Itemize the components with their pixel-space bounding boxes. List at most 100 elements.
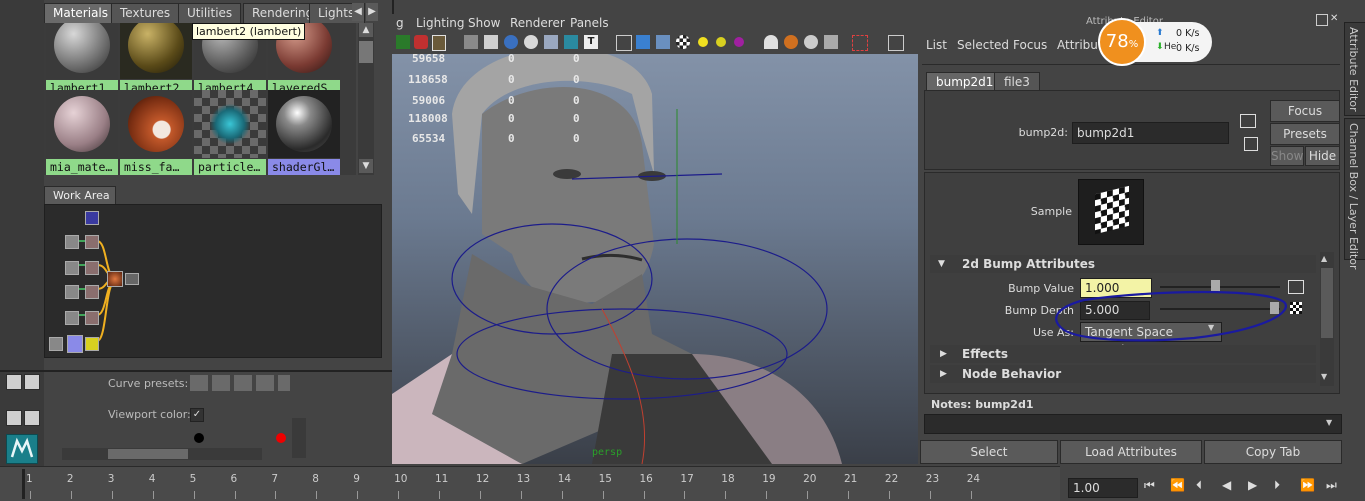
section-node-behavior[interactable]: ▶ Node Behavior: [930, 365, 1316, 383]
smooth-shade-icon[interactable]: [504, 35, 518, 49]
graph-node[interactable]: [85, 311, 99, 325]
time-slider[interactable]: 1 2 3 4 5 6 7 8 9 10 11 12 13 14 15 16 17 18 19 20 21 22 23 24: [0, 466, 1060, 501]
bookmark-icon[interactable]: [432, 35, 446, 51]
light-icon[interactable]: [734, 37, 744, 47]
scroll-down-icon[interactable]: ▼: [359, 159, 373, 173]
layout-persp-icon[interactable]: [24, 410, 40, 426]
viewport-persp[interactable]: 59658 0 0 118658 0 0 59006 0 0 118008 0 …: [392, 54, 918, 464]
menu-view[interactable]: g: [396, 16, 404, 30]
graph-node[interactable]: [65, 311, 79, 325]
tab-file3[interactable]: file3: [994, 72, 1040, 92]
graph-node[interactable]: [125, 273, 139, 285]
output-connection-icon[interactable]: [1244, 137, 1258, 151]
graph-node[interactable]: [49, 337, 63, 351]
graph-node[interactable]: [65, 261, 79, 275]
gradient-black-stop[interactable]: [194, 433, 204, 443]
swatch-shaderglow[interactable]: shaderGl…: [268, 90, 340, 175]
current-time-field[interactable]: 1.00: [1068, 478, 1138, 498]
tab-scroll-right-icon[interactable]: ▶: [366, 3, 378, 21]
curve-preset-button[interactable]: [234, 375, 252, 391]
curve-preset-button[interactable]: [278, 375, 290, 391]
tab-materials[interactable]: Materials: [44, 3, 118, 23]
scroll-up-icon[interactable]: ▲: [359, 23, 373, 37]
checker-icon[interactable]: [676, 35, 690, 49]
swatch-particle-cloud[interactable]: particle…: [194, 90, 266, 175]
gradient-red-stop[interactable]: [276, 433, 286, 443]
scroll-thumb[interactable]: [1321, 268, 1333, 338]
swatch-scrollbar[interactable]: ▲ ▼: [358, 23, 374, 175]
presets-button[interactable]: Presets: [1270, 123, 1340, 145]
notes-scroll-icon[interactable]: ▼: [1326, 418, 1332, 427]
scroll-down-icon[interactable]: ▼: [1321, 372, 1327, 381]
load-attributes-button[interactable]: Load Attributes: [1060, 440, 1202, 464]
graph-node[interactable]: [65, 285, 79, 299]
lights-icon[interactable]: [564, 35, 578, 49]
camera-attrs-icon[interactable]: [414, 35, 428, 49]
layout-outliner-icon[interactable]: [6, 410, 22, 426]
tab-utilities[interactable]: Utilities: [178, 3, 242, 23]
graph-node[interactable]: [85, 337, 99, 351]
step-forward-key-icon[interactable]: ⏵: [1274, 478, 1292, 496]
isolate-icon[interactable]: [852, 35, 868, 51]
play-back-icon[interactable]: ◀: [1222, 478, 1240, 496]
graph-node[interactable]: [85, 211, 99, 225]
shade-icon[interactable]: [524, 35, 538, 49]
bump-value-slider[interactable]: [1160, 286, 1280, 288]
scroll-thumb[interactable]: [108, 449, 188, 459]
curve-preset-button[interactable]: [256, 375, 274, 391]
light-icon[interactable]: [698, 37, 708, 47]
grid-icon[interactable]: [484, 35, 498, 49]
box-icon[interactable]: [656, 35, 670, 49]
menu-panels[interactable]: Panels: [570, 16, 609, 30]
select-button[interactable]: Select: [920, 440, 1058, 464]
tab-scroll-left-icon[interactable]: ◀: [352, 3, 364, 21]
attribute-scrollbar[interactable]: ▲ ▼: [1320, 252, 1334, 386]
step-back-key-icon[interactable]: ⏴: [1196, 478, 1214, 496]
input-connection-icon[interactable]: [1240, 114, 1256, 128]
shadow-icon[interactable]: [764, 35, 778, 49]
menu-list[interactable]: List: [926, 38, 947, 52]
work-area-graph[interactable]: [44, 204, 382, 358]
graph-node[interactable]: [85, 235, 99, 249]
graph-node[interactable]: [85, 285, 99, 299]
graph-node[interactable]: [65, 235, 79, 249]
section-effects[interactable]: ▶ Effects: [930, 345, 1316, 363]
text-icon[interactable]: T: [584, 35, 598, 49]
select-camera-icon[interactable]: [396, 35, 410, 49]
play-forward-icon[interactable]: ▶: [1248, 478, 1266, 496]
graph-node[interactable]: [85, 261, 99, 275]
swatch-lambert1[interactable]: lambert1: [46, 23, 118, 96]
light-icon[interactable]: [716, 37, 726, 47]
tab-textures[interactable]: Textures: [111, 3, 180, 23]
notes-field[interactable]: [924, 414, 1342, 434]
step-back-icon[interactable]: ⏪: [1170, 478, 1188, 496]
wireframe-icon[interactable]: [464, 35, 478, 49]
material-node[interactable]: [107, 271, 123, 287]
menu-renderer[interactable]: Renderer: [510, 16, 565, 30]
scroll-thumb[interactable]: [359, 41, 373, 63]
menu-focus[interactable]: Focus: [1013, 38, 1047, 52]
copy-tab-button[interactable]: Copy Tab: [1204, 440, 1342, 464]
cube-icon[interactable]: [616, 35, 632, 51]
layout-single-icon[interactable]: [24, 374, 40, 390]
step-forward-icon[interactable]: ⏩: [1300, 478, 1318, 496]
current-frame-marker[interactable]: [22, 469, 25, 499]
go-to-start-icon[interactable]: ⏮: [1144, 478, 1162, 496]
float-window-icon[interactable]: [1316, 14, 1328, 26]
tab-work-area[interactable]: Work Area: [44, 186, 116, 206]
tab-channel-box[interactable]: Channel Box / Layer Editor: [1344, 118, 1365, 270]
hide-button[interactable]: Hide: [1305, 146, 1340, 166]
show-button[interactable]: Show: [1270, 146, 1304, 166]
viewport-color-checkbox[interactable]: ✓: [190, 408, 204, 422]
curve-preset-button[interactable]: [190, 375, 208, 391]
focus-button[interactable]: Focus: [1270, 100, 1340, 122]
menu-show[interactable]: Show: [468, 16, 500, 30]
swatch-miss-fast[interactable]: miss_fa…: [120, 90, 192, 175]
vertical-scrollbar[interactable]: [292, 418, 306, 458]
tab-attribute-editor[interactable]: Attribute Editor: [1344, 22, 1365, 116]
section-2d-bump-attributes[interactable]: ▼ 2d Bump Attributes: [930, 255, 1316, 273]
close-icon[interactable]: ✕: [1330, 14, 1340, 24]
horizontal-scrollbar[interactable]: [62, 448, 262, 460]
graph-node[interactable]: [67, 335, 83, 353]
texture-icon[interactable]: [544, 35, 558, 49]
